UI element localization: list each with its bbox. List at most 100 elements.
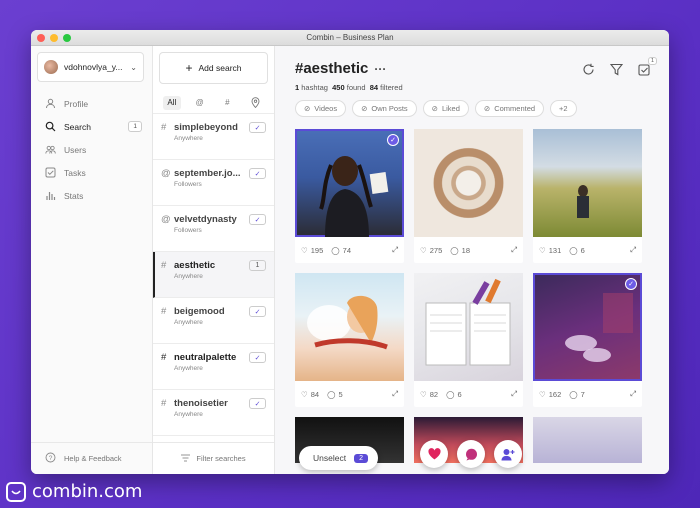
selected-check-icon: ✓: [387, 134, 399, 146]
search-item-aesthetic[interactable]: # aesthetic 1 Anywhere: [153, 252, 274, 298]
unselect-button[interactable]: Unselect 2: [299, 446, 378, 470]
comments-count: 74: [342, 245, 351, 255]
sidebar-item-search[interactable]: Search 1: [31, 115, 152, 138]
hashtag-count-label: hashtag: [301, 83, 328, 92]
comment-button[interactable]: [457, 440, 485, 468]
search-checkbox[interactable]: ✓: [249, 306, 266, 317]
add-search-button[interactable]: + Add search: [159, 52, 268, 84]
add-search-label: Add search: [198, 63, 242, 73]
select-all-icon[interactable]: 1: [637, 57, 657, 76]
post-card[interactable]: ♡ 275 ◯ 18 ⤢: [414, 129, 523, 263]
search-checkbox[interactable]: ✓: [249, 122, 266, 133]
stats-icon: [45, 190, 56, 201]
sidebar: vdohnovlya_y... ⌄ Profile Search 1 Users…: [31, 46, 153, 474]
filter-accounts[interactable]: @: [191, 96, 209, 110]
window-controls: [37, 34, 71, 42]
comments-stat: ◯ 74: [331, 246, 351, 255]
help-feedback-button[interactable]: ? Help & Feedback: [31, 442, 152, 474]
post-card[interactable]: ✓ ♡ 195 ◯ 74 ⤢: [295, 129, 404, 263]
search-checkbox[interactable]: ✓: [249, 214, 266, 225]
more-options-button[interactable]: ···: [374, 62, 386, 76]
search-item-thenoisetier[interactable]: # thenoisetier ✓ Anywhere: [153, 390, 274, 436]
filtered-label: filtered: [380, 83, 403, 92]
filter-hashtags[interactable]: #: [219, 96, 237, 110]
likes-count: 82: [429, 389, 439, 399]
post-image[interactable]: [414, 129, 523, 237]
expand-icon[interactable]: ⤢: [392, 389, 398, 399]
filter-all[interactable]: All: [163, 95, 181, 110]
post-image[interactable]: [533, 417, 642, 463]
post-card[interactable]: ♡ 82 ◯ 6 ⤢: [414, 273, 523, 407]
heart-icon: ♡: [420, 389, 427, 399]
chip-commented[interactable]: ⊘ Commented: [474, 100, 545, 117]
sidebar-item-users[interactable]: Users: [31, 138, 152, 161]
minimize-window-button[interactable]: [50, 34, 58, 42]
comments-stat: ◯ 6: [446, 390, 462, 399]
person-icon: [45, 98, 56, 109]
search-scope: Anywhere: [174, 273, 203, 280]
plus-icon: +: [185, 61, 193, 75]
close-window-button[interactable]: [37, 34, 45, 42]
filtered-count: 84: [369, 83, 379, 92]
search-icon: [45, 121, 56, 132]
quick-filters: ⊘ Videos ⊘ Own Posts ⊘ Liked ⊘ Commented +2: [275, 92, 669, 125]
follow-button[interactable]: [494, 440, 522, 468]
chip-videos[interactable]: ⊘ Videos: [295, 100, 347, 117]
search-scope: Followers: [174, 227, 202, 234]
post-image[interactable]: [533, 129, 642, 237]
search-item-september[interactable]: @ september.jo... ✓ Followers: [153, 160, 274, 206]
found-label: found: [346, 83, 366, 92]
filter-icon[interactable]: [609, 62, 623, 76]
expand-icon[interactable]: ⤢: [511, 245, 517, 255]
post-image[interactable]: ✓: [295, 129, 404, 237]
search-item-velvetdynasty[interactable]: @ velvetdynasty ✓ Followers: [153, 206, 274, 252]
zoom-window-button[interactable]: [63, 34, 71, 42]
search-checkbox[interactable]: ✓: [249, 352, 266, 363]
chip-more[interactable]: +2: [550, 100, 577, 117]
expand-icon[interactable]: ⤢: [392, 245, 398, 255]
brand-text: combin.com: [32, 481, 143, 502]
search-checkbox[interactable]: ✓: [249, 168, 266, 179]
search-count-badge: 1: [249, 260, 266, 271]
heart-icon: [427, 448, 441, 460]
chip-label: Liked: [441, 104, 460, 113]
filter-locations[interactable]: [246, 96, 264, 110]
search-item-neutralpalette[interactable]: # neutralpalette ✓ Anywhere: [153, 344, 274, 390]
filter-searches-button[interactable]: Filter searches: [153, 442, 274, 474]
comment-icon: ◯: [569, 245, 578, 255]
hashtag-icon: #: [161, 260, 167, 271]
chip-label: Commented: [494, 104, 536, 113]
expand-icon[interactable]: ⤢: [630, 245, 636, 255]
search-item-simplebeyond[interactable]: # simplebeyond ✓ Anywhere: [153, 114, 274, 160]
filter-searches-label: Filter searches: [196, 454, 246, 463]
expand-icon[interactable]: ⤢: [630, 389, 636, 399]
post-card[interactable]: ✓ ♡ 162 ◯ 7 ⤢: [533, 273, 642, 407]
post-card[interactable]: ♡ 84 ◯ 5 ⤢: [295, 273, 404, 407]
help-label: Help & Feedback: [64, 454, 122, 463]
account-switcher[interactable]: vdohnovlya_y... ⌄: [37, 52, 144, 82]
sidebar-item-stats[interactable]: Stats: [31, 184, 152, 207]
post-image[interactable]: [414, 273, 523, 381]
comments-count: 6: [457, 389, 462, 399]
comments-stat: ◯ 6: [569, 246, 585, 255]
sidebar-item-tasks[interactable]: Tasks: [31, 161, 152, 184]
refresh-icon[interactable]: [581, 62, 595, 76]
post-image[interactable]: ✓: [533, 273, 642, 381]
search-name: aesthetic: [174, 260, 216, 271]
chip-own-posts[interactable]: ⊘ Own Posts: [352, 100, 417, 117]
sidebar-item-profile[interactable]: Profile: [31, 92, 152, 115]
comment-icon: [465, 448, 477, 460]
search-item-beigemood[interactable]: # beigemood ✓ Anywhere: [153, 298, 274, 344]
post-card[interactable]: ♡ 131 ◯ 6 ⤢: [533, 129, 642, 263]
like-button[interactable]: [420, 440, 448, 468]
search-checkbox[interactable]: ✓: [249, 398, 266, 409]
sidebar-item-label: Profile: [64, 98, 89, 109]
post-image[interactable]: [295, 273, 404, 381]
comment-icon: ◯: [327, 389, 336, 399]
post-card[interactable]: [533, 417, 642, 463]
window-title: Combin – Business Plan: [306, 33, 394, 42]
comment-icon: ◯: [331, 245, 340, 255]
search-scope: Followers: [174, 181, 202, 188]
chip-liked[interactable]: ⊘ Liked: [422, 100, 469, 117]
expand-icon[interactable]: ⤢: [511, 389, 517, 399]
